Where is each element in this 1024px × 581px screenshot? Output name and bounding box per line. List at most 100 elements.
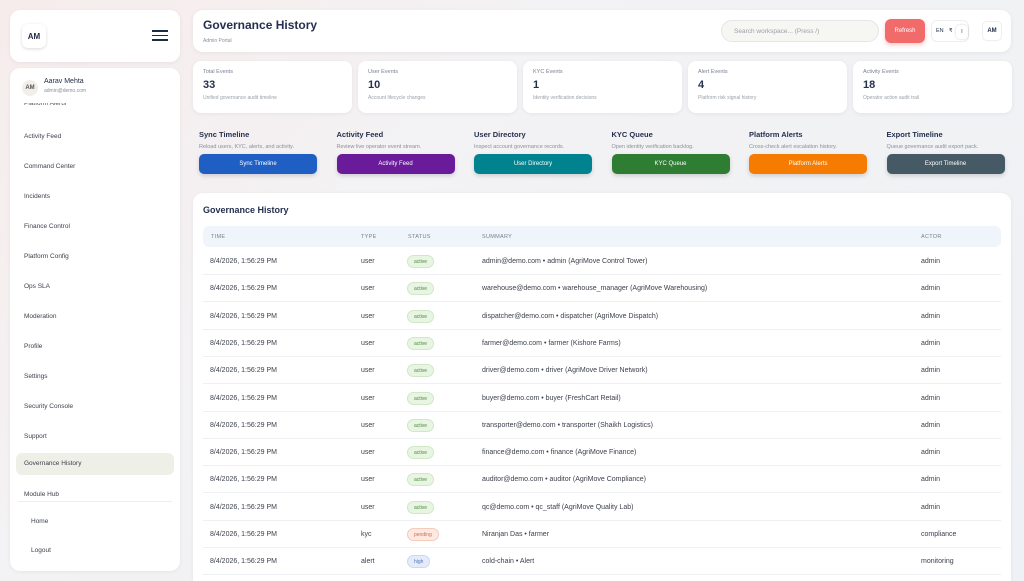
action-description: Cross-check alert escalation history. xyxy=(749,144,837,150)
table-row[interactable]: 8/4/2026, 1:56:29 PM user active qc@demo.co… xyxy=(203,494,1001,521)
action-description: Inspect account governance records. xyxy=(474,144,565,150)
row-summary: dispatcher@demo.com • dispatcher (AgriMo… xyxy=(482,312,659,320)
stat-card-user-events: User Events 10 Account lifecycle changes xyxy=(358,61,517,113)
export-timeline-button[interactable]: Export Timeline xyxy=(886,154,1005,174)
stat-label: KYC Events xyxy=(533,69,563,75)
row-actor: admin xyxy=(921,285,941,293)
sidebar-item-governance-history[interactable]: Governance History xyxy=(16,453,174,475)
platform-alerts-button[interactable]: Platform Alerts xyxy=(749,154,867,174)
row-summary: driver@demo.com • driver (AgriMove Drive… xyxy=(482,367,648,375)
sidebar-item-moderation[interactable]: Moderation xyxy=(16,306,174,328)
status-badge: active xyxy=(407,336,435,350)
activity-feed-button[interactable]: Activity Feed xyxy=(336,154,455,174)
sidebar-item-support[interactable]: Support xyxy=(16,426,174,448)
status-badge: high xyxy=(407,555,431,569)
row-actor: admin xyxy=(921,394,941,402)
user-profile[interactable]: AM Aarav Mehta admin@demo.com xyxy=(22,78,172,104)
refresh-button[interactable]: Refresh xyxy=(885,19,925,43)
action-title: Platform Alerts xyxy=(749,130,803,139)
table-row[interactable]: 8/4/2026, 1:56:29 PM user active transporte… xyxy=(203,412,1001,439)
brand-logo: AM xyxy=(22,24,46,48)
stat-label: User Events xyxy=(368,69,398,75)
column-time: TIME xyxy=(211,234,226,240)
row-time: 8/4/2026, 1:56:29 PM xyxy=(210,312,277,320)
currency-toggle[interactable]: I xyxy=(956,25,968,39)
row-type: user xyxy=(361,312,375,320)
stat-value: 18 xyxy=(863,79,876,91)
sidebar-item-finance-control[interactable]: Finance Control xyxy=(16,216,174,238)
row-summary: auditor@demo.com • auditor (AgriMove Com… xyxy=(482,476,647,484)
stat-description: Unified governance audit timeline xyxy=(203,95,277,101)
sidebar-item-home[interactable]: Home xyxy=(16,511,174,533)
action-title: Export Timeline xyxy=(886,130,943,139)
row-actor: admin xyxy=(921,312,941,320)
table-row[interactable]: 8/4/2026, 1:56:29 PM user active warehouse@… xyxy=(203,275,1001,303)
sidebar-item-command-center[interactable]: Command Center xyxy=(16,156,174,178)
row-summary: buyer@demo.com • buyer (FreshCart Retail… xyxy=(482,394,621,402)
row-actor: admin xyxy=(921,503,941,511)
stat-card-kyc-events: KYC Events 1 Identity verification decisio… xyxy=(523,61,682,113)
table-row[interactable]: 8/4/2026, 1:56:29 PM user active buyer@demo… xyxy=(203,385,1001,412)
page-header: Governance History Admin Portal Refresh … xyxy=(193,10,1011,52)
header-avatar[interactable]: AM xyxy=(982,21,1002,41)
sidebar-item-settings[interactable]: Settings xyxy=(16,366,174,388)
table-header: TIME TYPE STATUS SUMMARY ACTOR xyxy=(203,226,1001,247)
row-summary: cold-chain • Alert xyxy=(482,558,535,566)
action-description: Open identity verification backlog. xyxy=(611,144,694,150)
sidebar-item-incidents[interactable]: Incidents xyxy=(16,186,174,208)
sidebar-item-profile[interactable]: Profile xyxy=(16,336,174,358)
language-currency-selector[interactable]: EN ₹ I xyxy=(931,20,969,42)
row-type: user xyxy=(361,449,375,457)
avatar: AM xyxy=(22,80,38,96)
stat-description: Operator action audit trail xyxy=(863,95,920,101)
table-row[interactable]: 8/4/2026, 1:56:29 PM user active admin@demo… xyxy=(203,248,1001,275)
search-input[interactable] xyxy=(721,20,879,42)
action-card-sync-timeline: Sync Timeline Reload users, KYC, alerts, … xyxy=(199,130,317,174)
row-type: user xyxy=(361,476,375,484)
table-row[interactable]: 8/4/2026, 1:56:29 PM user active dispatcher… xyxy=(203,303,1001,330)
table-row[interactable]: 8/4/2026, 1:56:29 PM user active driver@dem… xyxy=(203,357,1001,385)
action-description: Reload users, KYC, alerts, and activity. xyxy=(199,144,294,150)
status-badge: active xyxy=(407,309,435,323)
table-row[interactable]: 8/4/2026, 1:56:29 PM kyc pending Niranjan D… xyxy=(203,521,1001,548)
status-badge: active xyxy=(407,500,435,514)
hamburger-icon[interactable] xyxy=(152,30,168,42)
sidebar-item-ops-sla[interactable]: Ops SLA xyxy=(16,276,174,298)
row-type: user xyxy=(361,339,375,347)
action-card-export-timeline: Export Timeline Queue governance audit ex… xyxy=(886,130,1005,174)
user-directory-button[interactable]: User Directory xyxy=(474,154,592,174)
sync-timeline-button[interactable]: Sync Timeline xyxy=(199,154,317,174)
stat-value: 4 xyxy=(698,79,705,91)
sidebar-item-security-console[interactable]: Security Console xyxy=(16,396,174,418)
row-actor: admin xyxy=(921,339,941,347)
stat-label: Total Events xyxy=(203,69,233,75)
row-type: user xyxy=(361,421,375,429)
row-summary: Niranjan Das • farmer xyxy=(482,531,550,538)
sidebar-item-activity-feed[interactable]: Activity Feed xyxy=(16,126,174,148)
row-actor: admin xyxy=(921,449,941,457)
stat-card-total-events: Total Events 33 Unified governance audit t… xyxy=(193,61,352,113)
user-email: admin@demo.com xyxy=(44,88,87,94)
stat-label: Activity Events xyxy=(863,69,899,75)
row-time: 8/4/2026, 1:56:29 PM xyxy=(210,476,277,484)
sidebar-item-platform-alerts[interactable]: Platform Alerts xyxy=(24,103,66,108)
row-summary: admin@demo.com • admin (AgriMove Control… xyxy=(482,258,648,265)
sidebar-item-logout[interactable]: Logout xyxy=(16,540,174,562)
sidebar-item-platform-config[interactable]: Platform Config xyxy=(16,246,174,268)
action-title: Activity Feed xyxy=(336,130,384,139)
sidebar: AM Aarav Mehta admin@demo.com Platform A… xyxy=(10,68,180,571)
action-description: Review live operator event stream. xyxy=(336,144,422,150)
table-row[interactable]: 8/4/2026, 1:56:29 PM user active finance@de… xyxy=(203,439,1001,467)
sidebar-item-module-hub[interactable]: Module Hub xyxy=(16,484,174,506)
row-time: 8/4/2026, 1:56:29 PM xyxy=(210,258,277,265)
action-card-user-directory: User Directory Inspect account governance… xyxy=(474,130,592,174)
row-type: user xyxy=(361,367,375,375)
stat-description: Identity verification decisions xyxy=(533,95,597,101)
table-row[interactable]: 8/4/2026, 1:56:29 PM user active auditor@de… xyxy=(203,466,1001,494)
column-actor: ACTOR xyxy=(921,234,942,240)
table-row[interactable]: 8/4/2026, 1:56:29 PM alert high cold-chain … xyxy=(203,548,1001,576)
row-actor: admin xyxy=(921,476,941,484)
table-row[interactable]: 8/4/2026, 1:56:29 PM user active farmer@dem… xyxy=(203,330,1001,357)
kyc-queue-button[interactable]: KYC Queue xyxy=(611,154,730,174)
action-title: Sync Timeline xyxy=(199,130,250,139)
